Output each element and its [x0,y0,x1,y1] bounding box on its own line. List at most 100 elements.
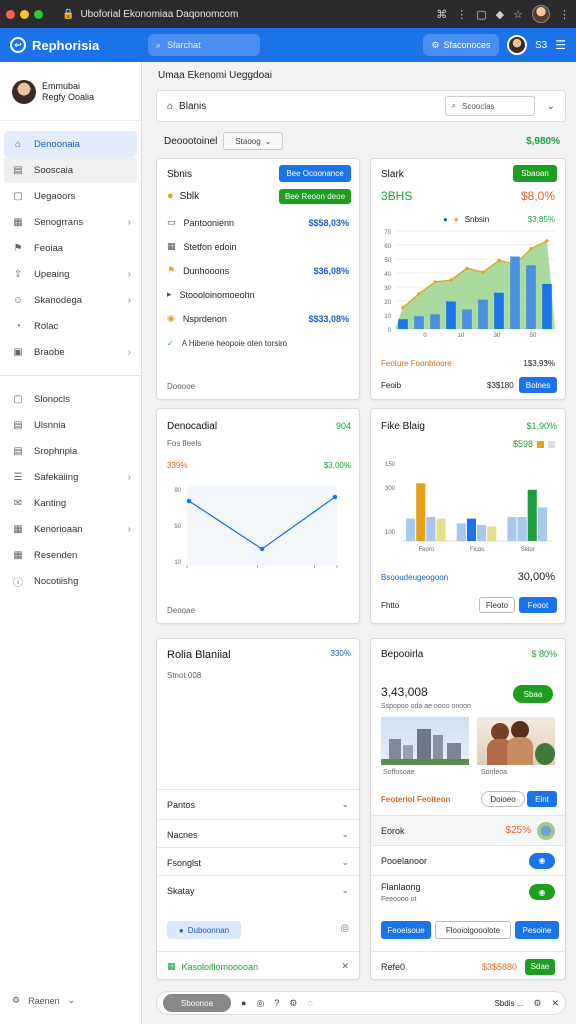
line-card-footer[interactable]: Deooae [167,606,195,615]
more-icon[interactable]: ⋮ [456,8,467,21]
address-bar[interactable]: 🔒 Uboforial Ekonomiaa Daqonomcom [62,9,436,20]
sidebar-item[interactable]: ⚑ Feoiaa [0,235,141,261]
accordion-row[interactable]: Skatay ⌄ [157,875,359,905]
chevron-down-icon[interactable]: ⌄ [547,101,555,112]
report-row-2[interactable]: Pooelanoor ◉ [371,845,565,875]
report-action-button-2[interactable]: Flooioigooolote [435,921,511,939]
brand[interactable]: ↩ Rephorisia [10,37,148,53]
summary-card-title: Sbnis [167,169,193,180]
minimize-window-button[interactable] [20,9,29,19]
sidebar-item[interactable]: ▦ Kenorioaan › [0,516,141,542]
header-action-button[interactable]: ⚙ Sfaconoces [423,34,499,56]
sidebar-item-label: Sooscaia [34,164,74,176]
bottom-pill-button[interactable]: Sboonoa [163,994,231,1012]
file-icon: ▢ [13,393,23,405]
bar [507,517,517,541]
close-window-button[interactable] [6,9,15,19]
dot-icon[interactable]: ● [241,998,246,1008]
menu-icon[interactable]: ☰ [555,38,566,52]
sidebar-item-label: Srophnpia [34,445,78,457]
message-icon[interactable]: ◌ [307,998,312,1008]
sidebar-item[interactable]: ☰ Safekaiing › [0,464,141,490]
grid-icon: ▦ [13,216,23,228]
browser-profile-avatar[interactable] [532,5,550,23]
toggle-icon[interactable]: ◉ [529,884,555,900]
header-search[interactable]: ⌕ Sfarchat [148,34,260,56]
chart-bottom-button[interactable]: Bolnes [519,377,557,393]
settings-icon[interactable]: ◎ [340,923,349,934]
promo-blue-button[interactable]: Eint [527,791,557,807]
settings-icon[interactable]: ⚙ [533,998,541,1009]
profile-name: Emmubai [42,80,81,91]
menu-icon[interactable]: ⋮ [559,8,570,21]
report-row-3[interactable]: Flanlaong Feeoooo ot ◉ [371,875,565,911]
balance-button[interactable]: Bee Reoon deoe [279,189,351,204]
sidebar-item[interactable]: ✉ Kanting [0,490,141,516]
accordion-row[interactable]: Nacnes ⌄ [157,819,359,849]
sidebar-profile[interactable]: Emmubai Regfy Ooalia [0,62,141,121]
sidebar-item[interactable]: ⇪ Upeaing › [0,261,141,287]
accordion-row[interactable]: Fsonglst ⌄ [157,847,359,877]
settings-icon[interactable]: ⚙ [289,998,297,1009]
report-card-button[interactable]: Sbaa [513,685,553,703]
accordion-card: Rolia Blaniial 330% Stnot 008 Pantos ⌄ Nac… [156,638,360,980]
grouped-outline-button[interactable]: Fleoto [479,597,515,613]
sidebar-item[interactable]: ▤ Srophnpia [0,438,141,464]
close-icon[interactable]: ✕ [551,998,559,1009]
summary-row[interactable]: ◉ Nsprdenon $$33,08% [167,313,349,324]
summary-row-value: $$58,03% [308,217,349,228]
toggle-icon[interactable]: ◉ [529,852,555,869]
accordion-chip[interactable]: ● Duboonnan [167,921,241,939]
summary-card-button[interactable]: Bee Ocoonance [279,165,351,182]
sidebar-item[interactable]: ◔ Rolac [0,313,141,339]
summary-card-footer[interactable]: Dooooe [167,382,195,391]
maximize-window-button[interactable] [34,9,43,19]
report-footer-button[interactable]: Sdae [525,958,555,975]
bottom-right-label[interactable]: Sbdis ... [494,999,523,1008]
sidebar-item[interactable]: ▤ Sooscaia [4,157,137,183]
bar [517,517,527,541]
content-search-input[interactable]: ⌕ Scooclas [444,96,535,116]
summary-row[interactable]: ▭ Pantoonienn $$58,03% [167,217,349,228]
accordion-footer[interactable]: ▦ Kasoloiflomooooan ✕ [157,951,359,981]
bar [494,292,504,329]
sidebar-item[interactable]: ☺ Skanodega › [0,287,141,313]
summary-row[interactable]: ⚑ Dunhooons $36,08% [167,265,349,276]
line-point [186,498,192,504]
accordion-row[interactable]: Pantos ⌄ [157,789,359,819]
check-icon: ✓ [167,339,174,348]
sidebar-item[interactable]: ⓘ Nocotiishg [0,568,141,594]
toolbar-select[interactable]: Staoog ⌄ [223,132,284,150]
sidebar-item[interactable]: ▢ Slonocls [0,386,141,412]
bar [527,489,537,541]
user-avatar[interactable] [507,35,527,55]
sidebar-item[interactable]: ▤ Ulsnnia [0,412,141,438]
sidebar-item[interactable]: ▦ Senogrrans › [0,209,141,235]
sidebar-item[interactable]: ⌂ Denoonaia [4,131,137,157]
report-action-button-3[interactable]: Pesoine [515,921,559,939]
promo-outline-button[interactable]: Doioeo [481,791,525,807]
chat-icon[interactable]: ▢ [476,8,486,21]
grouped-blue-button[interactable]: Feoot [519,597,557,613]
shield-icon[interactable]: ◆ [496,8,504,21]
chat-icon[interactable]: ◎ [256,998,264,1009]
header-icons-text[interactable]: S3 [535,40,547,51]
help-icon[interactable]: ? [274,998,279,1008]
report-action-button-1[interactable]: Feoeisoue [381,921,431,939]
sidebar-item-label: Skanodega [34,294,83,306]
close-icon[interactable]: ✕ [341,961,349,972]
sidebar-item[interactable]: ▦ Resenden [0,542,141,568]
star-icon[interactable]: ☆ [513,8,523,21]
bar [436,518,446,541]
sidebar-footer[interactable]: ⚙ Raenen ⌄ [12,995,75,1006]
sidebar-item[interactable]: ▢ Uegaoors [0,183,141,209]
chart-card-button[interactable]: Sbaoan [513,165,557,182]
summary-row[interactable]: ▸ Stoooloinomoeohn [167,289,349,300]
chevron-down-icon: ⌄ [341,829,349,839]
summary-row[interactable]: ▦ Stetfon edoin [167,241,349,252]
extension-icon[interactable]: ⌘ [436,8,447,21]
sidebar-item[interactable]: ▣ Braobe › [0,339,141,365]
accordion-row-label: Nacnes [167,829,198,840]
box-icon: ▢ [13,190,23,202]
report-row-1[interactable]: Eorok $25% [371,815,565,845]
